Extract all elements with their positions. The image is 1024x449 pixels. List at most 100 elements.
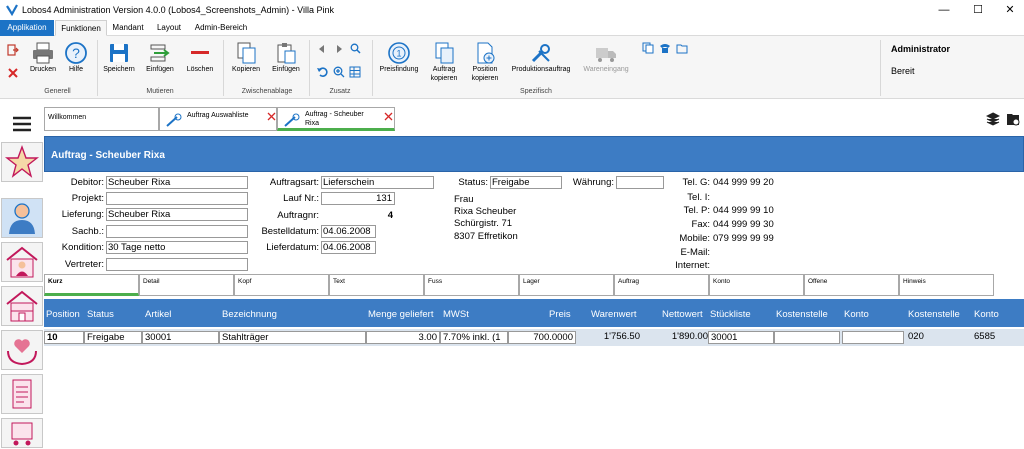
col-artikel[interactable]: Artikel xyxy=(145,309,171,320)
tab-offene[interactable]: Offene xyxy=(804,274,899,296)
undo-icon[interactable] xyxy=(316,66,328,78)
col-bezeichnung[interactable]: Bezeichnung xyxy=(222,309,277,320)
cell-menge[interactable]: 3.00 xyxy=(366,331,440,344)
tab-layout[interactable]: Layout xyxy=(150,20,188,36)
col-preis[interactable]: Preis xyxy=(549,309,571,320)
previous-icon[interactable] xyxy=(317,44,327,54)
col-stueckliste[interactable]: Stückliste xyxy=(710,309,751,320)
cancel-icon[interactable] xyxy=(7,67,19,79)
folder-icon[interactable] xyxy=(676,42,688,54)
copy-order-button[interactable]: Auftrag kopieren xyxy=(424,41,464,83)
tab-konto[interactable]: Konto xyxy=(709,274,804,296)
table-row[interactable]: 10 Freigabe 30001 Stahlträger 3.00 7.70%… xyxy=(44,329,1024,346)
delivery-button[interactable] xyxy=(1,418,43,448)
cell-preis[interactable]: 700.0000 xyxy=(508,331,576,344)
waehrung-label: Währung: xyxy=(572,177,614,188)
save-icon xyxy=(110,44,128,62)
col-warenwert[interactable]: Warenwert xyxy=(591,309,637,320)
fax-label: Fax: xyxy=(691,219,710,230)
kondition-field[interactable]: 30 Tage netto xyxy=(106,241,248,254)
status-field[interactable]: Freigabe xyxy=(490,176,562,189)
tab-funktionen[interactable]: Funktionen xyxy=(55,20,107,36)
documents-button[interactable] xyxy=(1,374,43,414)
favorites-button[interactable] xyxy=(1,142,43,182)
property-button[interactable] xyxy=(1,286,43,326)
debitor-field[interactable]: Scheuber Rixa xyxy=(106,176,248,189)
print-button[interactable]: Drucken xyxy=(27,41,59,74)
vertreter-field[interactable] xyxy=(106,258,248,271)
bestelldatum-field[interactable]: 04.06.2008 xyxy=(321,225,376,238)
next-icon[interactable] xyxy=(334,44,344,54)
col-kostenstelle[interactable]: Kostenstelle xyxy=(776,309,828,320)
search-icon[interactable] xyxy=(350,43,361,54)
production-order-button[interactable]: Produktionsauftrag xyxy=(506,41,576,74)
help-icon: ? xyxy=(65,42,87,64)
cell-konto[interactable] xyxy=(842,331,904,344)
cell-mwst[interactable]: 7.70% inkl. (1 xyxy=(440,331,508,344)
col-konto[interactable]: Konto xyxy=(844,309,869,320)
tab-detail[interactable]: Detail xyxy=(139,274,234,296)
goods-receipt-button[interactable]: Wareneingang xyxy=(578,41,634,74)
col-kostenstelle-2[interactable]: Kostenstelle xyxy=(908,309,960,320)
left-sidebar xyxy=(0,106,44,448)
copy-order-label-line2: kopieren xyxy=(430,75,458,82)
document-copy-icon[interactable] xyxy=(642,42,654,54)
close-icon[interactable] xyxy=(384,112,393,121)
copy-position-button[interactable]: Position kopieren xyxy=(466,41,504,83)
care-button[interactable] xyxy=(1,330,43,370)
delete-button[interactable]: Löschen xyxy=(182,41,218,74)
cell-status[interactable]: Freigabe xyxy=(84,331,142,344)
col-position[interactable]: Position xyxy=(46,309,80,320)
folder-close-icon[interactable] xyxy=(1006,112,1020,126)
col-mwst[interactable]: MWSt xyxy=(443,309,469,320)
cell-bezeichnung[interactable]: Stahlträger xyxy=(219,331,366,344)
copy-button[interactable]: Kopieren xyxy=(228,41,264,74)
tab-kurz[interactable]: Kurz xyxy=(44,274,139,296)
zoom-in-icon[interactable] xyxy=(333,66,345,78)
address-line-2: Rixa Scheuber xyxy=(454,206,517,217)
tab-hinweis[interactable]: Hinweis xyxy=(899,274,994,296)
cell-stueckliste[interactable]: 30001 xyxy=(708,331,774,344)
sachb-field[interactable] xyxy=(106,225,248,238)
phone-icon[interactable] xyxy=(659,42,671,54)
tools-icon xyxy=(531,44,550,63)
paste-button[interactable]: Einfügen xyxy=(268,41,304,74)
exit-icon[interactable] xyxy=(7,44,19,56)
col-status[interactable]: Status xyxy=(87,309,114,320)
tab-kopf[interactable]: Kopf xyxy=(234,274,329,296)
projekt-field[interactable] xyxy=(106,192,248,205)
help-button[interactable]: ? Hilfe xyxy=(62,41,90,74)
tab-lager[interactable]: Lager xyxy=(519,274,614,296)
close-button[interactable]: ✕ xyxy=(990,0,1024,20)
layers-icon[interactable] xyxy=(986,112,1000,126)
cell-position[interactable]: 10 xyxy=(44,331,84,344)
tab-auftrag-detail[interactable]: Auftrag - Scheuber Rixa xyxy=(277,107,395,131)
cell-kostenstelle[interactable] xyxy=(774,331,840,344)
customer-button[interactable] xyxy=(1,198,43,238)
tab-applikation[interactable]: Applikation xyxy=(0,20,54,36)
tab-fuss[interactable]: Fuss xyxy=(424,274,519,296)
tab-text[interactable]: Text xyxy=(329,274,424,296)
lieferung-field[interactable]: Scheuber Rixa xyxy=(106,208,248,221)
tab-auftrag[interactable]: Auftrag xyxy=(614,274,709,296)
lauf-nr-field[interactable]: 131 xyxy=(321,192,395,205)
tab-mandant[interactable]: Mandant xyxy=(108,20,148,36)
copy-position-icon xyxy=(477,42,495,64)
tab-willkommen[interactable]: Willkommen xyxy=(44,107,159,131)
hamburger-menu-button[interactable] xyxy=(1,110,43,138)
col-nettowert[interactable]: Nettowert xyxy=(662,309,703,320)
save-button[interactable]: Speichern xyxy=(100,41,138,74)
tel-p-label: Tel. P: xyxy=(683,205,710,216)
col-konto-2[interactable]: Konto xyxy=(974,309,999,320)
insert-button[interactable]: Einfügen xyxy=(142,41,178,74)
tab-admin-bereich[interactable]: Admin-Bereich xyxy=(190,20,252,36)
tab-auftrag-auswahlliste[interactable]: Auftrag Auswahliste xyxy=(159,107,277,131)
table-icon[interactable] xyxy=(349,66,361,78)
cell-artikel[interactable]: 30001 xyxy=(142,331,219,344)
auftragsart-field[interactable]: Lieferschein xyxy=(321,176,434,189)
lieferdatum-field[interactable]: 04.06.2008 xyxy=(321,241,376,254)
pricing-button[interactable]: 1 Preisfindung xyxy=(376,41,422,74)
house-user-button[interactable] xyxy=(1,242,43,282)
close-icon[interactable] xyxy=(267,112,276,121)
col-menge-geliefert[interactable]: Menge geliefert xyxy=(368,309,433,320)
